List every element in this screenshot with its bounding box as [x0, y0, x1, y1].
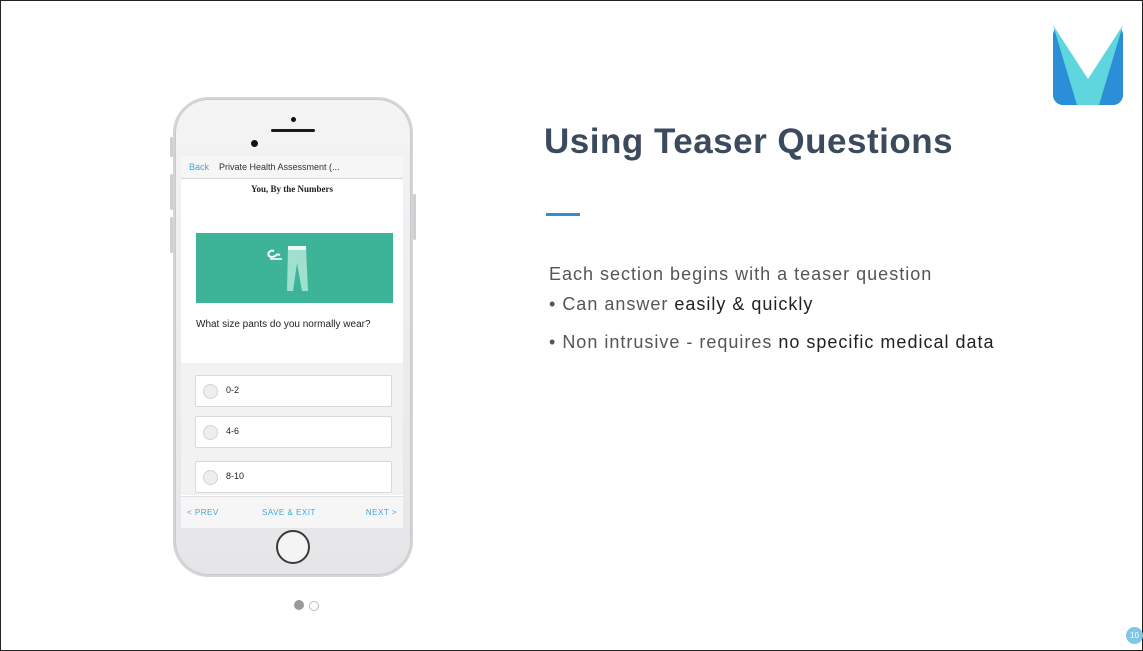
section-title: You, By the Numbers [250, 184, 333, 194]
option-label: 8-10 [226, 471, 245, 481]
phone-side-button [170, 217, 173, 253]
bullet-emphasis: no specific medical data [778, 332, 995, 352]
intro-text: Each section begins with a teaser questi… [549, 264, 933, 284]
bullet-emphasis: easily & quickly [674, 294, 814, 314]
phone-side-button [413, 194, 416, 240]
bullet-item: • Can answer easily & quickly [549, 294, 813, 315]
bullet-text: Can answer [562, 294, 675, 314]
radio-icon[interactable] [203, 425, 218, 440]
home-button[interactable] [276, 530, 310, 564]
carousel-dot[interactable] [309, 601, 319, 611]
phone-screen: Back Private Health Assessment (... You,… [181, 156, 403, 528]
option-8-10[interactable]: 8-10 [195, 461, 392, 493]
save-exit-button[interactable]: SAVE & EXIT [262, 497, 316, 528]
question-text: What size pants do you normally wear? [196, 319, 371, 330]
survey-footer: < PREV SAVE & EXIT NEXT > [181, 496, 403, 528]
navbar-title: Private Health Assessment (... [219, 162, 340, 172]
bullet-marker: • [549, 294, 563, 314]
phone-camera [251, 140, 258, 147]
back-link[interactable]: Back [189, 156, 209, 178]
title-divider [546, 213, 580, 216]
carousel-dot-active[interactable] [294, 600, 304, 610]
option-4-6[interactable]: 4-6 [195, 416, 392, 448]
slide-title: Using Teaser Questions [544, 122, 954, 161]
phone-sensor [291, 117, 296, 122]
bullet-text: Non intrusive - requires [562, 332, 779, 352]
phone-side-button [170, 137, 173, 157]
option-label: 4-6 [226, 426, 240, 436]
radio-icon[interactable] [203, 384, 218, 399]
option-label: 0-2 [226, 385, 240, 395]
options-list: 0-2 4-6 8-10 [181, 363, 403, 495]
slide: Back Private Health Assessment (... You,… [0, 0, 1143, 651]
radio-icon[interactable] [203, 470, 218, 485]
question-banner [196, 233, 393, 303]
pants-icon [267, 246, 308, 291]
option-0-2[interactable]: 0-2 [195, 375, 392, 407]
app-navbar: Back Private Health Assessment (... [181, 156, 403, 179]
next-button[interactable]: NEXT > [366, 497, 397, 528]
page-number-badge: 10 [1126, 627, 1143, 644]
v-logo-icon [1053, 25, 1123, 105]
bullet-marker: • [549, 332, 563, 352]
bullet-item: • Non intrusive - requires no specific m… [549, 332, 995, 353]
phone-speaker [271, 129, 315, 132]
phone-side-button [170, 174, 173, 210]
prev-button[interactable]: < PREV [187, 497, 219, 528]
phone-mockup: Back Private Health Assessment (... You,… [170, 97, 416, 577]
